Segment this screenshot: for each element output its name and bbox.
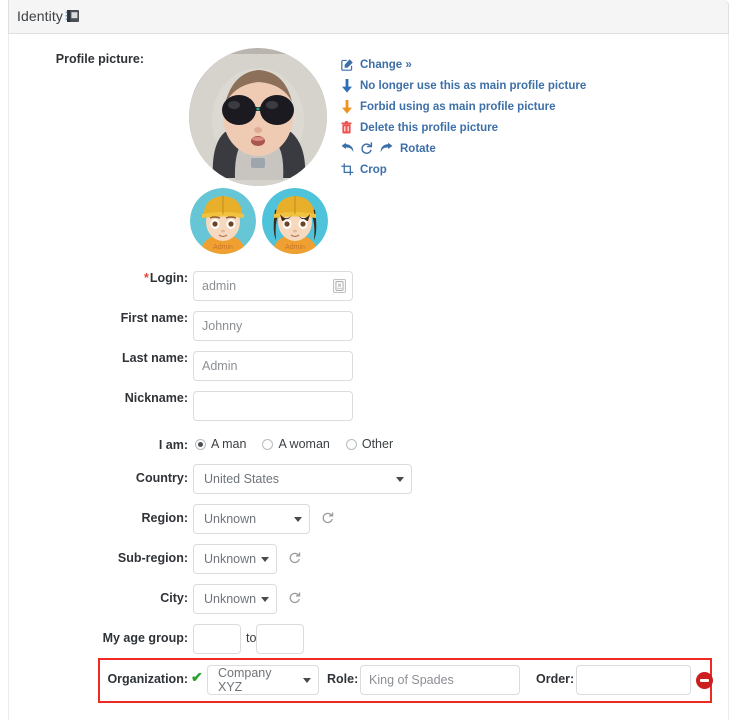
region-label-wrap: Region:	[8, 511, 188, 525]
forbid-main-picture-label: Forbid using as main profile picture	[360, 100, 556, 113]
login-input[interactable]	[193, 271, 353, 301]
rotate-refresh-icon[interactable]	[360, 142, 379, 155]
age-group-to-input[interactable]	[256, 624, 304, 654]
last-name-label-wrap: Last name:	[8, 351, 188, 365]
nickname-label: Nickname:	[124, 391, 188, 405]
country-label-wrap: Country:	[8, 471, 188, 485]
profile-picture-label-row: Profile picture:	[9, 52, 144, 66]
chevron-down-icon	[396, 477, 404, 482]
first-name-label-wrap: First name:	[8, 311, 188, 325]
region-refresh-icon[interactable]	[321, 511, 334, 529]
edit-square-icon	[341, 58, 358, 71]
age-group-label: My age group:	[102, 631, 188, 645]
profile-picture-thumbnail-1[interactable]: Admin	[190, 188, 256, 254]
first-name-label: First name:	[120, 311, 188, 325]
login-label: *Login:	[143, 271, 188, 285]
rotate-left-icon[interactable]	[341, 142, 360, 155]
country-select[interactable]: United States	[193, 464, 412, 494]
gender-radio-a-man[interactable]	[195, 438, 206, 450]
chevron-down-icon	[261, 597, 269, 602]
rotate-right-icon[interactable]	[379, 142, 398, 155]
first-name-input[interactable]	[193, 311, 353, 341]
no-longer-main-picture-link[interactable]: No longer use this as main profile pictu…	[341, 75, 641, 96]
crop-label: Crop	[360, 163, 387, 176]
order-input[interactable]	[576, 665, 691, 695]
gender-label-a-woman[interactable]: A woman	[278, 437, 329, 451]
city-value: Unknown	[204, 592, 257, 606]
arrow-down-icon	[341, 78, 358, 93]
arrow-down-orange-icon	[341, 99, 358, 114]
organization-label: Organization:	[107, 672, 188, 686]
gender-label: I am:	[158, 438, 188, 452]
no-longer-main-picture-label: No longer use this as main profile pictu…	[360, 79, 587, 92]
thumbnail-caption: Admin	[285, 244, 305, 251]
gender-radio-other[interactable]	[345, 438, 357, 450]
role-input[interactable]	[360, 665, 520, 695]
city-label: City:	[160, 591, 188, 605]
delete-picture-link[interactable]: Delete this profile picture	[341, 117, 641, 138]
gender-label-wrap: I am:	[8, 438, 188, 452]
age-group-from-input[interactable]	[193, 624, 241, 654]
age-group-to-label: to	[246, 631, 257, 645]
gender-label-a-man[interactable]: A man	[211, 437, 246, 451]
sub-region-value: Unknown	[204, 552, 257, 566]
sub-region-select[interactable]: Unknown	[193, 544, 277, 574]
last-name-label: Last name:	[122, 351, 188, 365]
profile-picture-actions: Change » No longer use this as main prof…	[341, 54, 641, 180]
profile-picture-label: Profile picture:	[55, 52, 144, 66]
tab-bar: Identity	[8, 0, 729, 34]
green-check-icon: ✔	[191, 669, 203, 685]
gender-label-other[interactable]: Other	[362, 437, 393, 451]
gender-radio-a-woman[interactable]	[262, 438, 274, 450]
chevron-down-icon	[303, 678, 311, 683]
region-value: Unknown	[204, 512, 257, 526]
country-label: Country:	[135, 471, 188, 485]
crop-icon	[341, 163, 358, 176]
organization-value: Company XYZ	[218, 666, 272, 694]
chevron-down-icon	[294, 517, 302, 522]
address-book-icon	[65, 10, 79, 22]
required-marker: *	[143, 271, 149, 285]
city-refresh-icon[interactable]	[288, 591, 301, 609]
remove-circle-icon[interactable]	[696, 672, 713, 689]
region-label: Region:	[141, 511, 188, 525]
nickname-input[interactable]	[193, 391, 353, 421]
gender-options: A man A woman Other	[195, 437, 409, 451]
organization-select[interactable]: Company XYZ	[207, 665, 319, 695]
identity-page: Identity Profile picture: Admin Admin Ch…	[0, 0, 737, 720]
sub-region-label: Sub-region:	[117, 551, 188, 565]
city-select[interactable]: Unknown	[193, 584, 277, 614]
change-picture-label: Change »	[360, 58, 412, 71]
id-card-icon[interactable]	[333, 279, 346, 293]
forbid-main-picture-link[interactable]: Forbid using as main profile picture	[341, 96, 641, 117]
crop-link[interactable]: Crop	[341, 159, 641, 180]
sub-region-refresh-icon[interactable]	[288, 551, 301, 569]
main-profile-picture[interactable]	[189, 48, 327, 186]
sub-region-label-wrap: Sub-region:	[8, 551, 188, 565]
rotate-label: Rotate	[400, 142, 436, 155]
country-value: United States	[204, 472, 280, 486]
role-label: Role:	[327, 672, 359, 686]
chevron-down-icon	[261, 557, 269, 562]
organization-label-wrap: Organization:	[8, 672, 188, 686]
trash-icon	[341, 121, 358, 134]
city-label-wrap: City:	[8, 591, 188, 605]
login-label-wrap: *Login:	[8, 271, 188, 285]
nickname-label-wrap: Nickname:	[8, 391, 188, 405]
rotate-actions: Rotate	[341, 138, 641, 159]
thumbnail-caption: Admin	[213, 244, 233, 251]
order-label: Order:	[536, 672, 575, 686]
login-field-wrap	[193, 271, 353, 301]
region-select[interactable]: Unknown	[193, 504, 310, 534]
tab-identity[interactable]: Identity	[17, 8, 63, 24]
last-name-input[interactable]	[193, 351, 353, 381]
delete-picture-label: Delete this profile picture	[360, 121, 499, 134]
change-picture-link[interactable]: Change »	[341, 54, 641, 75]
age-group-label-wrap: My age group:	[8, 631, 188, 645]
profile-picture-thumbnail-2[interactable]: Admin	[262, 188, 328, 254]
